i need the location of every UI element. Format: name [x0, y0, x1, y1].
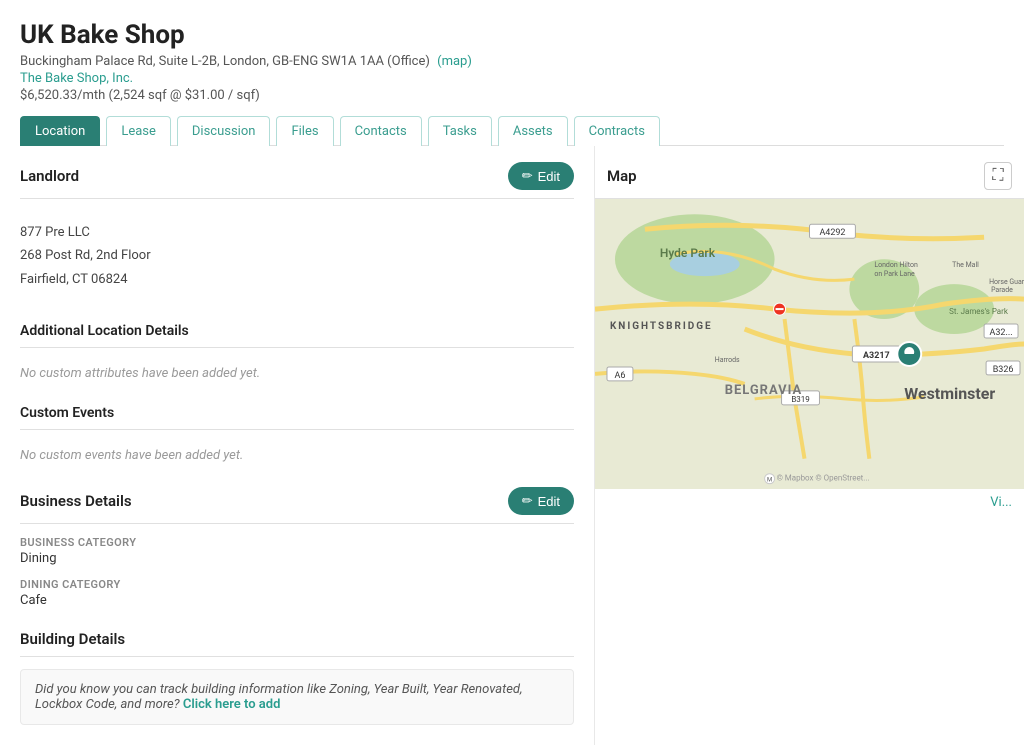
svg-text:© Mapbox © OpenStreet...: © Mapbox © OpenStreet... [777, 474, 870, 483]
custom-events-title: Custom Events [20, 405, 574, 421]
svg-text:A6: A6 [614, 371, 625, 381]
page-wrapper: UK Bake Shop Buckingham Palace Rd, Suite… [0, 0, 1024, 745]
map-area: A3217 B319 A6 A4292 A32... B326 [595, 199, 1024, 489]
svg-text:KNIGHTSBRIDGE: KNIGHTSBRIDGE [610, 321, 713, 332]
building-add-link[interactable]: Click here to add [183, 697, 281, 712]
svg-text:London Hilton: London Hilton [874, 261, 918, 269]
business-category-value: Dining [20, 551, 574, 566]
svg-text:Horse Guards: Horse Guards [989, 278, 1024, 286]
map-view-link[interactable]: Vi... [595, 489, 1024, 516]
svg-text:St. James's Park: St. James's Park [949, 307, 1009, 316]
tab-location[interactable]: Location [20, 116, 100, 146]
dining-category-value: Cafe [20, 593, 574, 608]
svg-text:Westminster: Westminster [904, 384, 995, 403]
svg-text:B326: B326 [993, 365, 1014, 375]
svg-text:The Mall: The Mall [952, 261, 979, 269]
map-title: Map [607, 167, 637, 185]
svg-text:A32...: A32... [990, 328, 1013, 338]
business-category-label: BUSINESS CATEGORY [20, 536, 574, 549]
additional-location-title: Additional Location Details [20, 323, 574, 339]
map-section-header: Map ⛶ [595, 146, 1024, 199]
landlord-address2: Fairfield, CT 06824 [20, 268, 574, 291]
tab-discussion[interactable]: Discussion [177, 116, 271, 146]
svg-text:Harrods: Harrods [715, 356, 740, 364]
tab-lease[interactable]: Lease [106, 116, 171, 146]
building-info-box: Did you know you can track building info… [20, 669, 574, 725]
left-panel: Landlord ✏ Edit 877 Pre LLC 268 Post Rd,… [0, 146, 594, 745]
business-fields: BUSINESS CATEGORY Dining DINING CATEGORY… [20, 536, 574, 608]
header-section: UK Bake Shop Buckingham Palace Rd, Suite… [0, 0, 1024, 146]
business-section-header: Business Details ✏ Edit [20, 471, 574, 524]
tab-contracts[interactable]: Contracts [574, 116, 660, 146]
landlord-edit-label: Edit [538, 169, 560, 184]
right-panel: Map ⛶ [594, 146, 1024, 745]
divider-events [20, 429, 574, 430]
map-link[interactable]: (map) [437, 54, 472, 69]
building-title: Building Details [20, 630, 125, 648]
pencil-icon-2: ✏ [522, 493, 533, 509]
landlord-address1: 268 Post Rd, 2nd Floor [20, 244, 574, 267]
landlord-info: 877 Pre LLC 268 Post Rd, 2nd Floor Fairf… [20, 211, 574, 307]
tab-tasks[interactable]: Tasks [428, 116, 492, 146]
landlord-edit-button[interactable]: ✏ Edit [508, 162, 574, 190]
svg-text:A3217: A3217 [863, 351, 890, 361]
landlord-title: Landlord [20, 167, 79, 185]
business-title: Business Details [20, 492, 132, 510]
business-edit-label: Edit [538, 494, 560, 509]
custom-events-empty: No custom events have been added yet. [20, 440, 574, 471]
address-line: Buckingham Palace Rd, Suite L-2B, London… [20, 54, 1004, 69]
landlord-name: 877 Pre LLC [20, 221, 574, 244]
building-section-header: Building Details [20, 614, 574, 657]
page-title: UK Bake Shop [20, 20, 1004, 50]
landlord-section-header: Landlord ✏ Edit [20, 146, 574, 199]
tabs-bar: Location Lease Discussion Files Contacts… [20, 115, 1004, 146]
address-text: Buckingham Palace Rd, Suite L-2B, London… [20, 54, 430, 69]
tab-assets[interactable]: Assets [498, 116, 568, 146]
company-link[interactable]: The Bake Shop, Inc. [20, 71, 1004, 86]
svg-text:on Park Lane: on Park Lane [874, 270, 915, 278]
map-expand-button[interactable]: ⛶ [984, 162, 1012, 190]
svg-text:A4292: A4292 [819, 228, 845, 238]
svg-text:M: M [767, 477, 772, 484]
business-edit-button[interactable]: ✏ Edit [508, 487, 574, 515]
divider-additional [20, 347, 574, 348]
svg-text:BELGRAVIA: BELGRAVIA [725, 383, 803, 398]
tab-contacts[interactable]: Contacts [340, 116, 422, 146]
dining-category-label: DINING CATEGORY [20, 578, 574, 591]
svg-text:Parade: Parade [991, 286, 1013, 294]
additional-location-empty: No custom attributes have been added yet… [20, 358, 574, 389]
rent-info: $6,520.33/mth (2,524 sqf @ $31.00 / sqf) [20, 88, 1004, 103]
pencil-icon: ✏ [522, 168, 533, 184]
main-content: Landlord ✏ Edit 877 Pre LLC 268 Post Rd,… [0, 146, 1024, 745]
map-svg: A3217 B319 A6 A4292 A32... B326 [595, 199, 1024, 489]
svg-text:Hyde Park: Hyde Park [660, 246, 716, 260]
tab-files[interactable]: Files [276, 116, 333, 146]
